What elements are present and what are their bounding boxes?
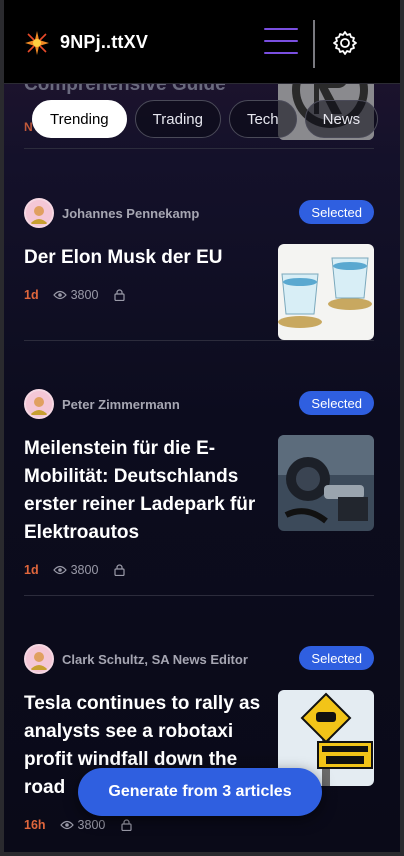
- eye-icon: [52, 565, 67, 575]
- tab-trending[interactable]: Trending: [32, 100, 127, 138]
- tab-tech[interactable]: Tech: [228, 100, 297, 138]
- article-meta: 1d 3800: [24, 563, 126, 577]
- selected-badge[interactable]: Selected: [299, 200, 374, 224]
- avatar: [24, 198, 54, 228]
- selected-badge[interactable]: Selected: [299, 391, 374, 415]
- hamburger-menu-icon[interactable]: [264, 28, 298, 58]
- app-frame: Comprehensive Guide N Trending Trading T…: [4, 0, 400, 852]
- lock-icon: [121, 819, 132, 831]
- article-age: 1d: [24, 288, 39, 302]
- selected-badge[interactable]: Selected: [299, 646, 374, 670]
- generate-button[interactable]: Generate from 3 articles: [78, 768, 322, 816]
- avatar: [24, 389, 54, 419]
- app-header: 9NPj..ttXV: [4, 0, 400, 84]
- wallet-address[interactable]: 9NPj..ttXV: [60, 32, 148, 53]
- author-name: Clark Schultz, SA News Editor: [62, 652, 248, 667]
- lock-icon: [114, 564, 126, 576]
- article-meta: 1d 3800: [24, 288, 126, 302]
- article-title[interactable]: Der Elon Musk der EU: [24, 244, 266, 272]
- author-name: Peter Zimmermann: [62, 397, 180, 412]
- lock-icon: [114, 289, 126, 301]
- header-divider: [313, 20, 315, 68]
- article-thumbnail[interactable]: [278, 244, 374, 340]
- eye-icon: [59, 820, 74, 830]
- divider: [24, 148, 374, 149]
- article-title[interactable]: Meilenstein für die E-Mobilität: Deutsch…: [24, 435, 266, 547]
- article-age: 16h: [24, 818, 46, 832]
- divider: [24, 595, 374, 596]
- eye-icon: [52, 290, 67, 300]
- article-meta: 16h 3800: [24, 818, 132, 832]
- avatar: [24, 644, 54, 674]
- article-thumbnail[interactable]: [278, 435, 374, 531]
- view-count: 3800: [70, 288, 99, 302]
- article-age: 1d: [24, 563, 39, 577]
- gear-icon[interactable]: [332, 30, 358, 56]
- sparkle-logo-icon[interactable]: [24, 30, 50, 56]
- category-tabs: Trending Trading Tech News: [32, 100, 379, 138]
- view-count: 3800: [77, 818, 106, 832]
- tab-trading[interactable]: Trading: [134, 100, 221, 138]
- tab-news[interactable]: News: [304, 100, 379, 138]
- author-name: Johannes Pennekamp: [62, 206, 200, 221]
- view-count: 3800: [70, 563, 99, 577]
- divider: [24, 340, 374, 341]
